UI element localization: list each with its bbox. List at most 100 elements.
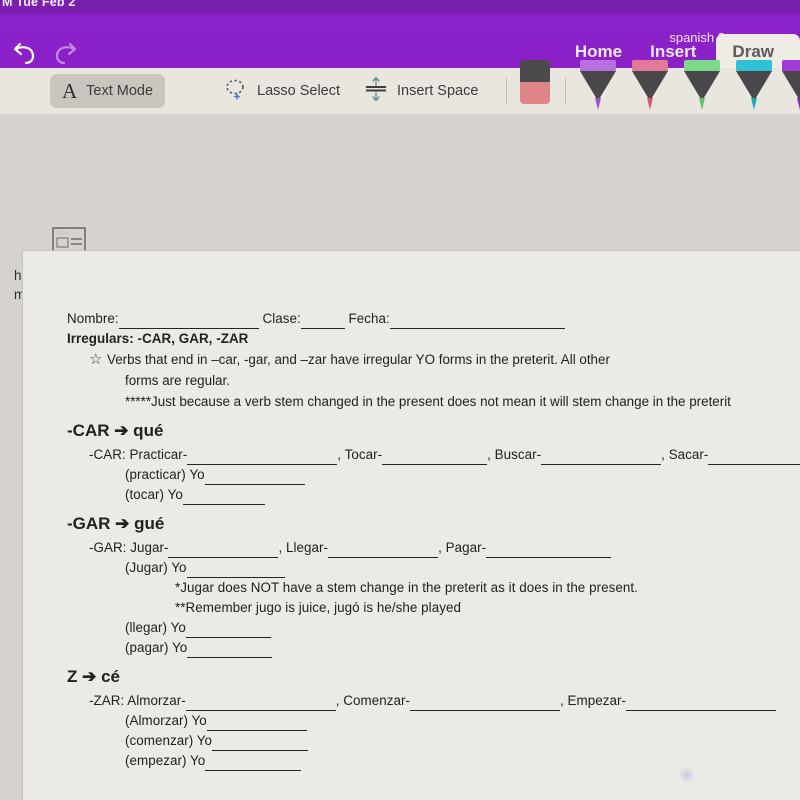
pen-teal[interactable] [736, 60, 772, 112]
gar-note-1: *Jugar does NOT have a stem change in th… [175, 580, 638, 595]
car-yo-line-2: (tocar) Yo [67, 485, 800, 505]
pen-pink[interactable] [632, 60, 668, 112]
text-mode-button[interactable]: A Text Mode [50, 74, 166, 108]
status-bar: M Tue Feb 2 [0, 0, 800, 14]
gar-note-2: **Remember jugo is juice, jugó is he/she… [175, 600, 461, 615]
gar-yo-line-2: (llegar) Yo [67, 618, 800, 638]
gar-verb-line: -GAR: Jugar-, Llegar-, Pagar- [67, 538, 800, 558]
eraser-bottom [520, 82, 550, 104]
fecha-label: Fecha: [348, 311, 390, 326]
car-blank-2[interactable] [382, 450, 488, 465]
insert-space-button[interactable]: Insert Space [352, 74, 490, 108]
zar-yo-blank-1[interactable] [206, 716, 307, 731]
clase-label: Clase: [262, 311, 301, 326]
worksheet-content: Nombre: Clase: Fecha: Irregulars: -CAR, … [67, 309, 800, 771]
zar-yo-blank-2[interactable] [212, 736, 308, 751]
lasso-select-button[interactable]: Lasso Select [212, 74, 352, 108]
gar-blank-1[interactable] [168, 543, 279, 558]
gar-yo-blank-2[interactable] [185, 623, 271, 638]
pen-body [684, 71, 720, 101]
pen-violet[interactable] [782, 60, 800, 112]
pen-cap [782, 60, 800, 71]
note-block-1: ☆ Verbs that end in –car, -gar, and –zar … [67, 349, 800, 370]
car-blank-4[interactable] [708, 450, 800, 465]
pen-body [782, 71, 800, 101]
star-icon: ☆ [89, 351, 103, 368]
pen-cap [736, 60, 772, 71]
pen-tip [751, 98, 757, 110]
pen-cap [684, 60, 720, 71]
zar-verb-line: -ZAR: Almorzar-, Comenzar-, Empezar- [67, 691, 800, 711]
worksheet-subject: Irregulars: -CAR, GAR, -ZAR [67, 329, 800, 349]
pen-green[interactable] [684, 60, 720, 112]
gar-yo-blank-3[interactable] [187, 643, 273, 658]
gar-yo-label-2: (llegar) Yo [125, 620, 186, 635]
zar-blank-2[interactable] [409, 696, 560, 711]
gar-blank-2[interactable] [328, 543, 439, 558]
insert-space-label: Insert Space [397, 83, 479, 99]
nombre-label: Nombre: [67, 311, 119, 326]
car-blank-1[interactable] [187, 450, 338, 465]
gar-yo-label-1: (Jugar) Yo [125, 560, 187, 575]
onenote-app-window: M Tue Feb 2 spanish 2 Home Insert Draw A [0, 0, 800, 800]
section-heading-zar: Z ➔ cé [67, 667, 120, 686]
pen-tip [699, 98, 705, 110]
zar-yo-label-1: (Almorzar) Yo [125, 713, 207, 728]
pen-tip [647, 98, 653, 110]
document-thumbnail-icon[interactable] [52, 226, 86, 252]
insert-space-icon [364, 76, 388, 106]
car-verb-4: Sacar- [668, 447, 709, 462]
car-yo-blank-1[interactable] [204, 470, 305, 485]
section-heading-gar: -GAR ➔ gué [67, 514, 165, 533]
car-yo-line-1: (practicar) Yo [67, 465, 800, 485]
gar-yo-blank-1[interactable] [186, 563, 285, 578]
redo-icon[interactable] [50, 36, 84, 70]
car-verb-line: -CAR: Practicar-, Tocar-, Buscar-, Sacar… [67, 445, 800, 465]
zar-yo-label-2: (comenzar) Yo [125, 733, 212, 748]
gar-verb-2: Llegar- [286, 540, 329, 555]
note-line-2: *****Just because a verb stem changed in… [125, 394, 731, 409]
clase-blank[interactable] [300, 314, 345, 329]
zar-yo-line-3: (empezar) Yo [67, 751, 800, 771]
gar-yo-line-3: (pagar) Yo [67, 638, 800, 658]
draw-ribbon-toolbar: A Text Mode Lasso Select Insert Space [0, 68, 800, 115]
car-yo-blank-2[interactable] [182, 490, 265, 505]
car-blank-3[interactable] [541, 450, 662, 465]
text-mode-icon: A [62, 78, 78, 103]
pen-body [736, 71, 772, 101]
section-heading-car: -CAR ➔ qué [67, 421, 164, 440]
note-line-1: Verbs that end in –car, -gar, and –zar h… [107, 352, 610, 367]
car-verb-2: Tocar- [344, 447, 383, 462]
fecha-blank[interactable] [389, 314, 565, 329]
zar-blank-1[interactable] [185, 696, 336, 711]
car-verb-1: Practicar- [129, 447, 188, 462]
zar-verb-1: Almorzar- [127, 693, 186, 708]
zar-yo-blank-3[interactable] [205, 756, 302, 771]
text-mode-label: Text Mode [86, 83, 154, 99]
zar-verb-3: Empezar- [567, 693, 626, 708]
car-label: -CAR: [89, 447, 130, 462]
undo-icon[interactable] [6, 36, 40, 70]
worksheet-page: Nombre: Clase: Fecha: Irregulars: -CAR, … [22, 250, 800, 800]
name-class-date-line: Nombre: Clase: Fecha: [67, 309, 800, 329]
gar-yo-label-3: (pagar) Yo [125, 640, 188, 655]
gar-yo-line-1: (Jugar) Yo [67, 558, 800, 578]
pen-purple[interactable] [580, 60, 616, 112]
car-verb-3: Buscar- [494, 447, 542, 462]
eraser-tool[interactable] [520, 60, 550, 104]
pen-cap [632, 60, 668, 71]
zar-yo-line-2: (comenzar) Yo [67, 731, 800, 751]
pen-body [632, 71, 668, 101]
worksheet-subject-text: Irregulars: -CAR, GAR, -ZAR [67, 331, 249, 346]
status-bar-text: M Tue Feb 2 [2, 0, 76, 9]
gar-blank-3[interactable] [486, 543, 612, 558]
pen-cap [580, 60, 616, 71]
lasso-select-label: Lasso Select [257, 83, 341, 99]
zar-label: -ZAR: [89, 693, 128, 708]
zar-blank-3[interactable] [625, 696, 776, 711]
nombre-blank[interactable] [118, 314, 259, 329]
zar-yo-line-1: (Almorzar) Yo [67, 711, 800, 731]
pen-body [580, 71, 616, 101]
note-line-1-continued: forms are regular. [125, 373, 230, 388]
car-yo-label-2: (tocar) Yo [125, 487, 183, 502]
